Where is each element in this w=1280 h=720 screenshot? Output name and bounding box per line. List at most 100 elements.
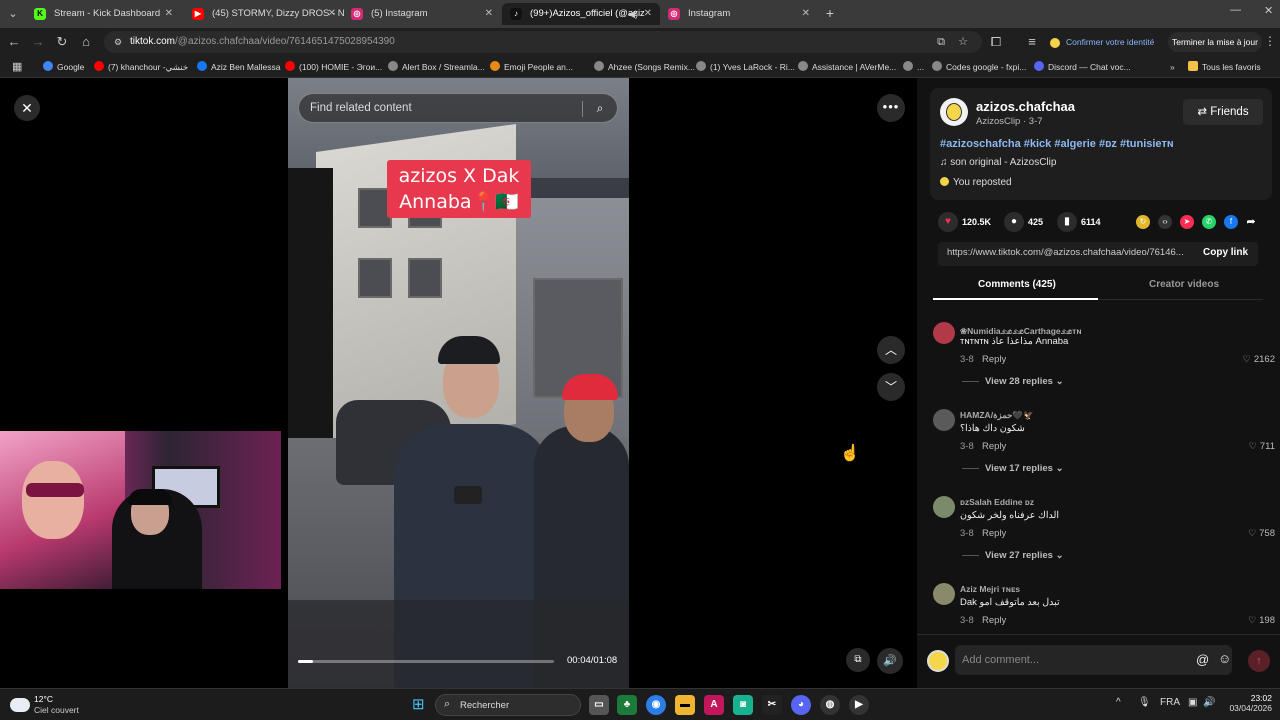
bookmark-khanchour[interactable]: (7) khanchour -خنشي [94,60,188,74]
bookmark-google[interactable]: Google [43,60,84,74]
window-close-icon[interactable]: ✕ [1264,4,1273,17]
close-video-button[interactable]: ✕ [14,95,40,121]
find-related-search[interactable]: Find related content ⌕ [298,93,618,123]
close-icon[interactable]: ✕ [802,3,810,25]
bookmark-yves-larock[interactable]: (1) Yves LaRock - Ri... [696,60,795,74]
embed-icon[interactable]: ‹› [1158,215,1172,229]
close-icon[interactable]: ✕ [644,3,652,25]
share-icon[interactable]: ➦ [1244,215,1258,229]
browser-menu-icon[interactable]: ⋮ [1264,34,1276,48]
hashtags[interactable]: #azizoschafcha #kick #algerie #ᴅᴢ #tunis… [940,138,1174,150]
comment-input[interactable]: Add comment... @ ☺ [955,645,1232,675]
comment-like-button[interactable]: ♡ 758 [1237,528,1275,539]
commenter-avatar[interactable] [933,496,955,518]
bookmark-star-icon[interactable]: ☆ [956,35,970,49]
post-comment-button[interactable]: ↑ [1248,650,1270,672]
back-icon[interactable]: ← [6,34,22,50]
extensions-icon[interactable]: ⧠ [988,34,1004,50]
tab-creator-videos[interactable]: Creator videos [1149,279,1219,290]
bookmark-aziz-ben-mallessa[interactable]: Aziz Ben Mallessa [197,60,280,74]
facebook-icon[interactable]: f [1224,215,1238,229]
forward-icon[interactable]: → [30,34,46,50]
windows-start-icon[interactable]: ⊞ [412,697,428,713]
capcut-icon[interactable]: ✂ [762,695,782,715]
author-avatar[interactable] [940,98,968,126]
bookmarks-overflow-icon[interactable]: » [1170,60,1175,74]
reload-icon[interactable]: ↻ [54,34,70,50]
friends-button[interactable]: ⇄ Friends [1183,99,1263,125]
mention-icon[interactable]: @ [1196,652,1209,667]
comment-button[interactable]: ● 425 [1004,212,1043,232]
commenter-name[interactable]: ᴅᴢSalah Eddine ᴅᴢ [960,497,1034,507]
tab-youtube[interactable]: ▶ (45) STORMY, Dizzy DROS - N! ✕ [184,3,344,25]
media-player-icon[interactable]: ▶ [849,695,869,715]
commenter-avatar[interactable] [933,409,955,431]
taskbar-search[interactable]: ⌕ Rechercher [435,694,581,716]
like-button[interactable]: ♥ 120.5K [938,212,991,232]
commenter-name[interactable]: ❀Numidia𓃭𓃭Carthage𓃭ᴛɴ [960,323,1082,337]
tab-instagram-2[interactable]: ◎ Instagram ✕ [660,3,818,25]
bookmark-assistance[interactable]: Assistance | AVerMe... [798,60,896,74]
whatsapp-icon[interactable]: ✆ [1202,215,1216,229]
bookmark-discord[interactable]: Discord — Chat voc... [1034,60,1131,74]
view-replies-button[interactable]: View 27 replies ⌄ [962,550,1064,561]
repost-share-icon[interactable]: ↻ [1136,215,1150,229]
tab-tiktok[interactable]: ♪ (99+)Azizos_officiel (@aziz ◀) ✕ [502,3,660,25]
tab-kick-dashboard[interactable]: K Stream - Kick Dashboard ✕ [26,3,181,25]
tab-comments[interactable]: Comments (425) [978,279,1056,290]
install-app-icon[interactable]: ⧉ [934,35,948,49]
tab-instagram-1[interactable]: ◎ (5) Instagram ✕ [343,3,501,25]
reply-button[interactable]: Reply [982,615,1006,626]
file-explorer-icon[interactable]: ▬ [675,695,695,715]
speaker-icon[interactable]: 🔊 [1203,697,1215,708]
reading-list-icon[interactable]: ≡ [1024,34,1040,50]
network-icon[interactable]: ▣ [1188,697,1197,708]
identity-prompt[interactable]: Confirmer votre identité [1050,33,1154,51]
picture-in-picture-button[interactable]: ⧉ [846,648,870,672]
commenter-name[interactable]: Aziz Mejri ᴛɴᴇs [960,584,1020,594]
sound-link[interactable]: ♫ son original - AzizosClip [940,157,1056,168]
reply-button[interactable]: Reply [982,441,1006,452]
reply-button[interactable]: Reply [982,528,1006,539]
microphone-icon[interactable]: 🎙 [1138,697,1151,708]
home-icon[interactable]: ⌂ [78,34,94,50]
bookmark-alert-box[interactable]: Alert Box / Streamla... [388,60,485,74]
comment-like-button[interactable]: ♡ 711 [1237,441,1275,452]
author-name[interactable]: azizos.chafchaa [976,99,1075,114]
commenter-name[interactable]: HAMZA/حمزة🖤🦅 [960,410,1034,421]
chrome-icon[interactable]: ◉ [646,695,666,715]
view-replies-button[interactable]: View 28 replies ⌄ [962,376,1064,387]
video-link[interactable]: https://www.tiktok.com/@azizos.chafchaa/… [947,247,1193,258]
bookmark-all-favorites[interactable]: Tous les favoris [1188,60,1261,74]
obs-icon[interactable]: ◍ [820,695,840,715]
copy-link-button[interactable]: Copy link [1203,247,1248,258]
bookmark-ahzee[interactable]: Ahzee (Songs Remix... [594,60,695,74]
video-player[interactable]: azizos X Dak Annaba📍🇩🇿 Find related cont… [288,78,629,688]
taskbar-clock[interactable]: 23:02 03/04/2026 [1222,693,1272,713]
audio-playing-icon[interactable]: ◀) [628,3,638,25]
comment-like-button[interactable]: ♡ 198 [1237,615,1275,626]
video-progress-bar[interactable] [298,660,554,663]
minimize-icon[interactable]: — [1230,4,1241,16]
commenter-avatar[interactable] [933,322,955,344]
volume-button[interactable]: 🔊 [877,648,903,674]
close-icon[interactable]: ✕ [485,3,493,25]
address-bar[interactable]: ⚙ tiktok.com/@azizos.chafchaa/video/7614… [104,31,982,53]
language-indicator[interactable]: FRA [1160,697,1180,708]
task-view-icon[interactable]: ▭ [589,695,609,715]
more-options-button[interactable]: ••• [877,94,905,122]
save-button[interactable]: ▮ 6114 [1057,212,1101,232]
apps-grid-icon[interactable]: ▦ [12,60,22,73]
app-icon-a[interactable]: A [704,695,724,715]
tab-search-icon[interactable]: ⌄ [4,5,22,23]
close-icon[interactable]: ✕ [328,3,336,25]
view-replies-button[interactable]: View 17 replies ⌄ [962,463,1064,474]
comment-like-button[interactable]: ♡ 2162 [1237,354,1275,365]
bookmark-codes-google[interactable]: Codes google - fxpi... [932,60,1026,74]
bookmark-unnamed[interactable]: ... [903,60,924,74]
next-video-button[interactable]: ﹀ [877,373,905,401]
search-icon[interactable]: ⌕ [592,100,608,116]
commenter-avatar[interactable] [933,583,955,605]
previous-video-button[interactable]: ︿ [877,336,905,364]
discord-icon[interactable]: ◕ [791,695,811,715]
